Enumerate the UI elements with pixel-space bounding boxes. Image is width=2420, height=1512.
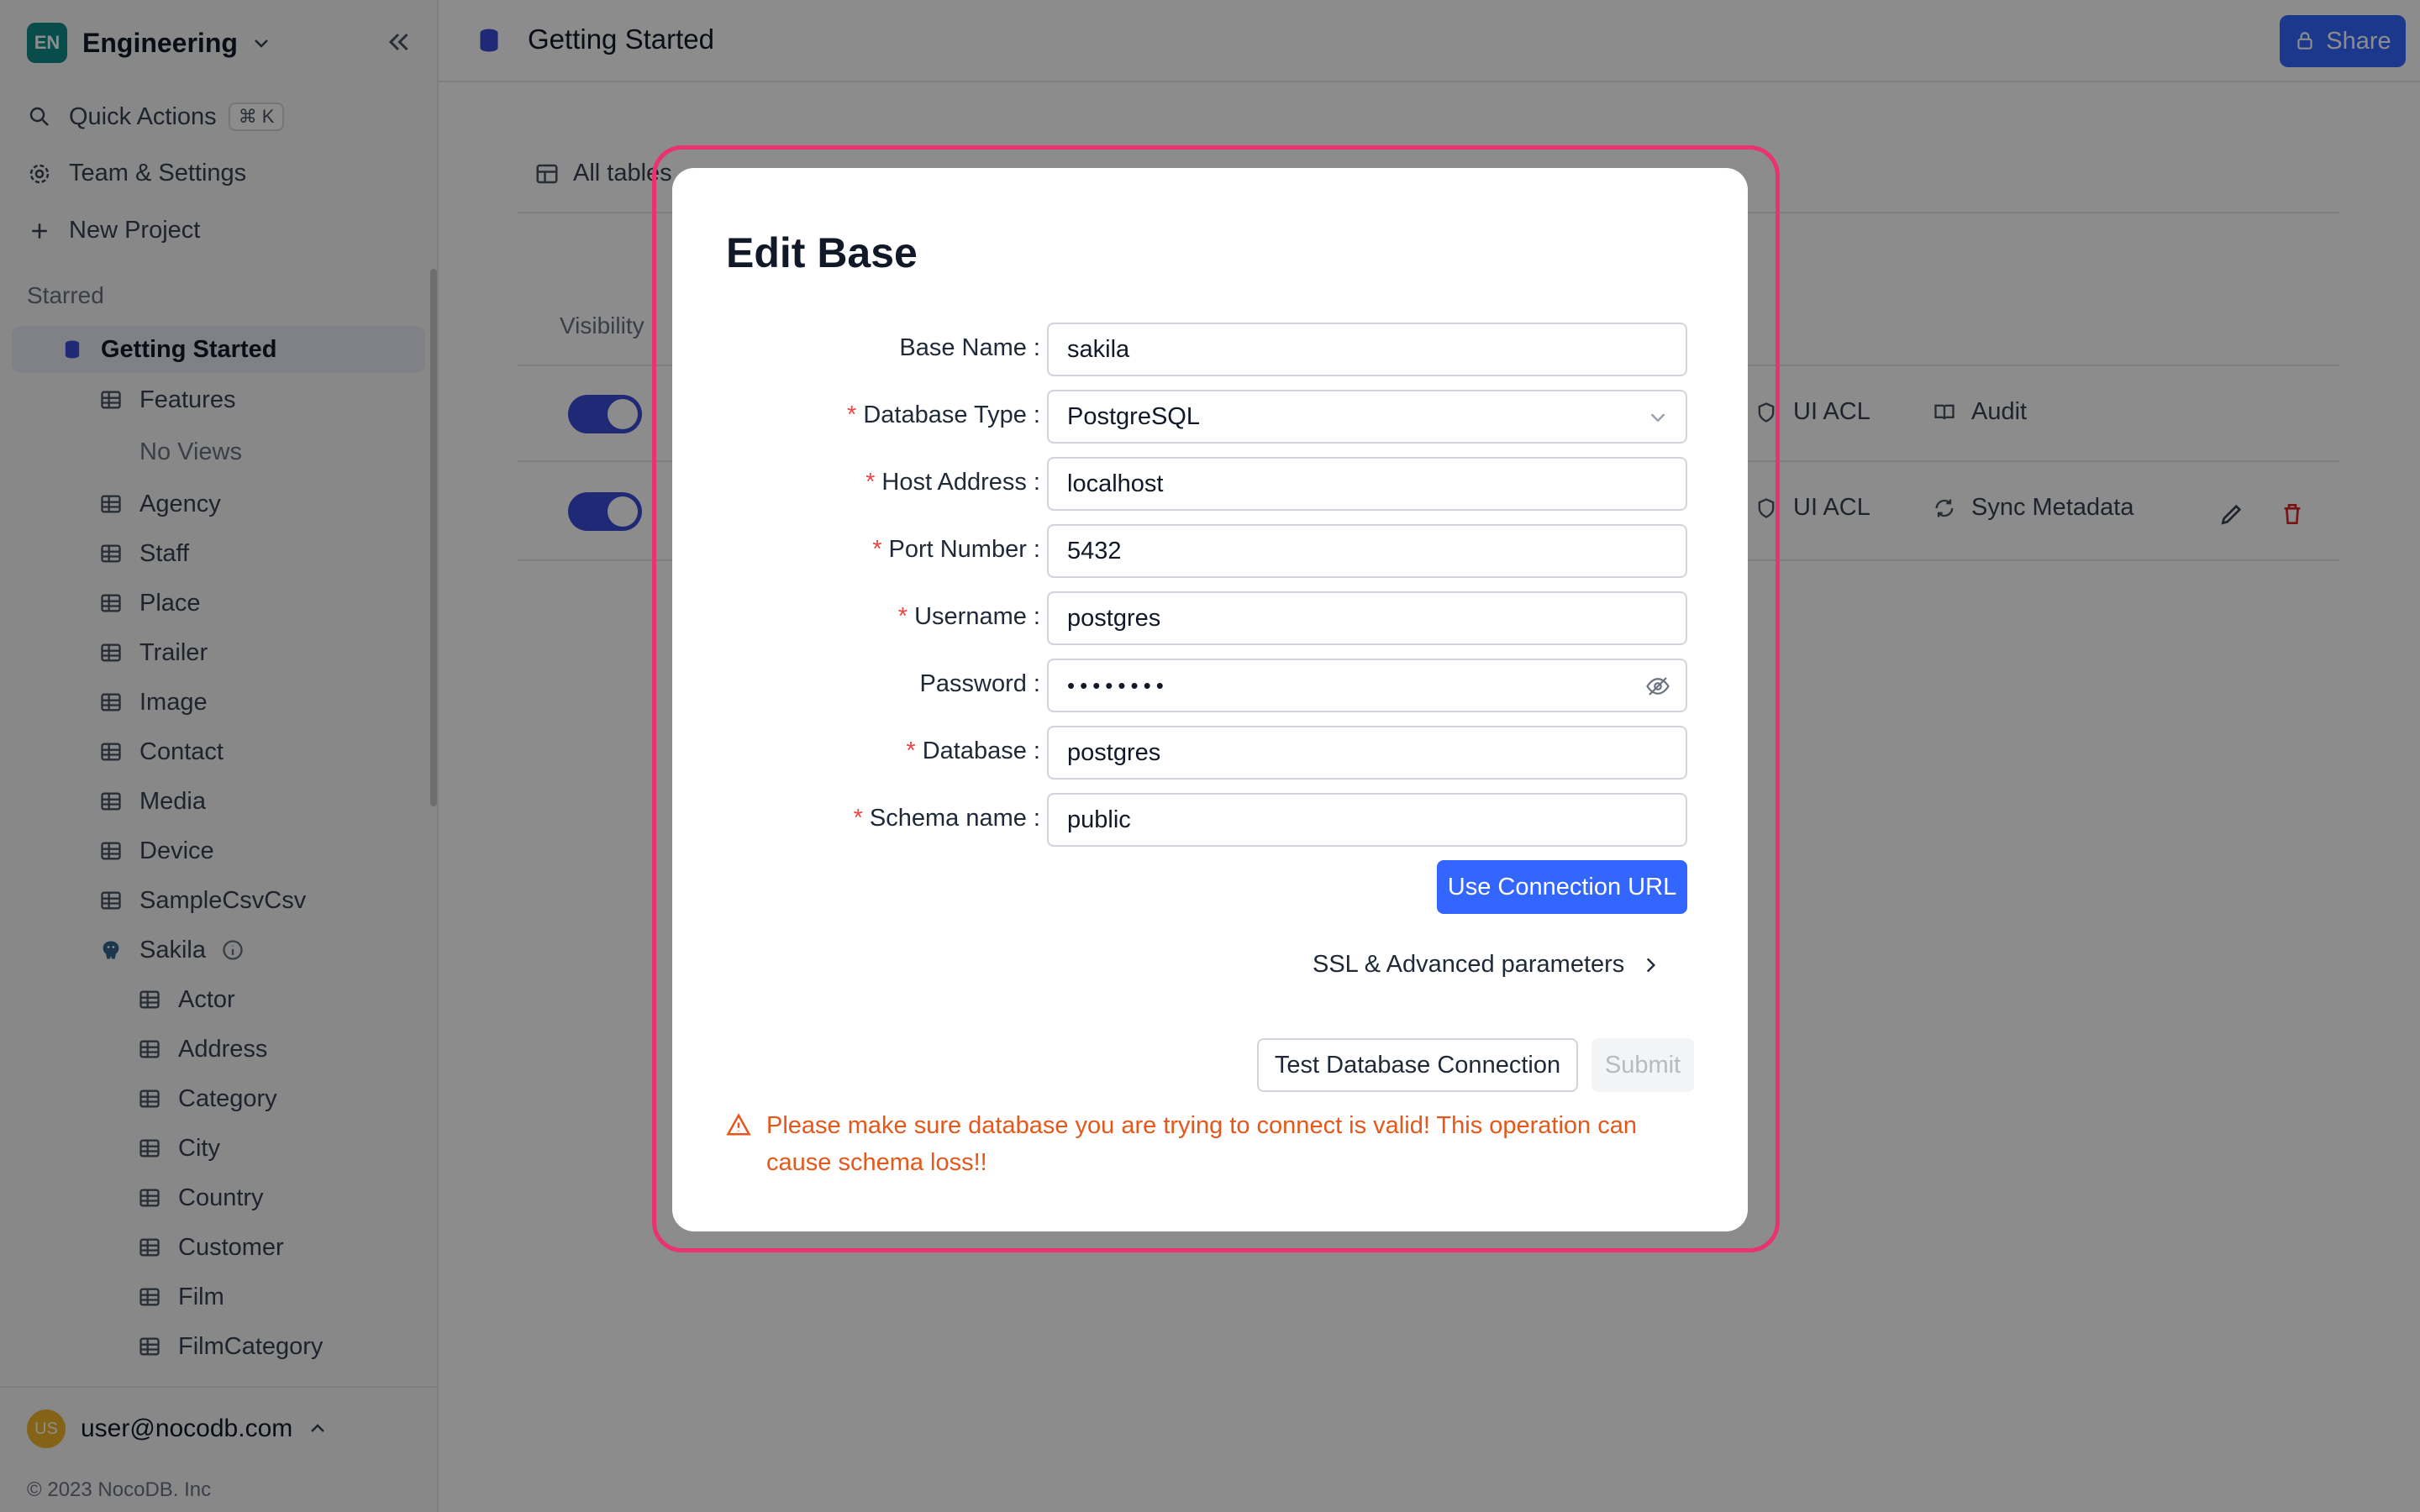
form-row-port-number: * Port Number : 5432 (672, 524, 1748, 578)
select-value: PostgreSQL (1067, 402, 1200, 430)
edit-base-modal: Edit Base Base Name : sakila * Database T… (672, 168, 1748, 1231)
field-label: * Host Address : (865, 469, 1040, 496)
field-label: Base Name : (899, 334, 1040, 361)
form-row-host-address: * Host Address : localhost (672, 457, 1748, 511)
label-text: Password (919, 670, 1027, 697)
chevron-down-icon (1650, 413, 1665, 423)
database-input[interactable]: postgres (1047, 726, 1687, 780)
field-label: * Database Type : (847, 402, 1040, 428)
eye-off-icon[interactable] (1645, 674, 1670, 699)
app-root: EN Engineering Quick Actions ⌘ K Team & … (0, 0, 2420, 1512)
warning-text: Please make sure database you are trying… (766, 1112, 1637, 1176)
host-address-input[interactable]: localhost (1047, 457, 1687, 511)
form-row-schema-name: * Schema name : public (672, 793, 1748, 847)
username-input[interactable]: postgres (1047, 591, 1687, 645)
database-type-select[interactable]: PostgreSQL (1047, 390, 1687, 444)
modal-title: Edit Base (726, 229, 918, 276)
label-text: Base Name (899, 334, 1027, 361)
label-text: Database Type (863, 402, 1027, 428)
warning-icon (726, 1113, 751, 1136)
field-label: Password : (919, 670, 1040, 697)
label-text: Port Number (888, 536, 1027, 563)
form-row-database-type: * Database Type : PostgreSQL (672, 390, 1748, 444)
ssl-advanced-label: SSL & Advanced parameters (1313, 951, 1625, 978)
label-text: Schema name (869, 805, 1027, 832)
schema-name-input[interactable]: public (1047, 793, 1687, 847)
label-text: Host Address (881, 469, 1027, 496)
warning-message: Please make sure database you are trying… (726, 1107, 1701, 1181)
label-text: Username (914, 603, 1027, 630)
field-label: * Database : (906, 738, 1040, 764)
form-row-password: Password : •••••••• (672, 659, 1748, 712)
test-connection-button[interactable]: Test Database Connection (1257, 1038, 1578, 1092)
form-row-username: * Username : postgres (672, 591, 1748, 645)
use-connection-url-button[interactable]: Use Connection URL (1437, 860, 1687, 914)
password-value: •••••••• (1067, 672, 1169, 698)
field-label: * Port Number : (872, 536, 1040, 563)
chevron-right-icon (1647, 958, 1656, 972)
form-row-base-name: Base Name : sakila (672, 323, 1748, 376)
form-row-database: * Database : postgres (672, 726, 1748, 780)
label-text: Database (922, 738, 1027, 764)
field-label: * Schema name : (853, 805, 1040, 832)
base-name-input[interactable]: sakila (1047, 323, 1687, 376)
ssl-advanced-toggle[interactable]: SSL & Advanced parameters (1313, 951, 1661, 979)
port-number-input[interactable]: 5432 (1047, 524, 1687, 578)
password-input[interactable]: •••••••• (1047, 659, 1687, 712)
submit-button[interactable]: Submit (1591, 1038, 1694, 1092)
field-label: * Username : (897, 603, 1040, 630)
